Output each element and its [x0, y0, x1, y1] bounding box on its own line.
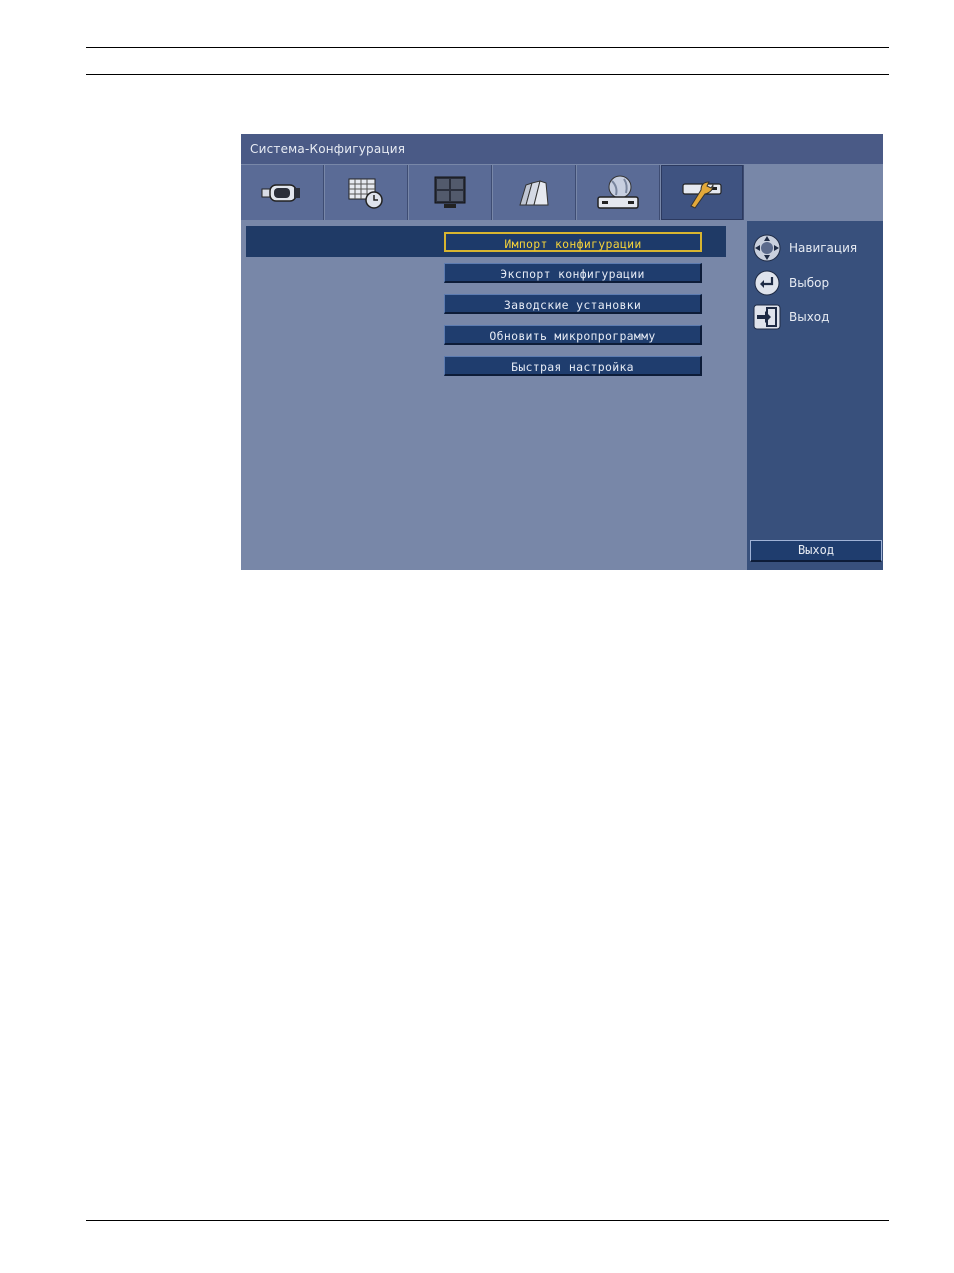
help-exit-label: Выход [789, 310, 830, 324]
export-config-button[interactable]: Экспорт конфигурации [444, 263, 702, 283]
help-navigation-label: Навигация [789, 241, 858, 255]
quick-setup-button[interactable]: Быстрая настройка [444, 356, 702, 376]
header-rule-top [86, 47, 889, 48]
network-icon [594, 173, 642, 213]
firmware-update-button[interactable]: Обновить микропрограмму [444, 325, 702, 345]
exit-icon [751, 302, 783, 332]
config-menu-panel: Импорт конфигурации Экспорт конфигурации… [241, 221, 747, 570]
tools-icon [677, 176, 727, 210]
help-navigation: Навигация [751, 233, 857, 263]
tab-network[interactable] [577, 165, 660, 220]
help-select-label: Выбор [789, 276, 830, 290]
import-config-button[interactable]: Импорт конфигурации [444, 232, 702, 252]
dpad-icon [751, 233, 783, 263]
tab-system[interactable] [661, 165, 744, 220]
tab-monitor[interactable] [409, 165, 492, 220]
tab-schedule[interactable] [325, 165, 408, 220]
monitor-icon [430, 175, 470, 211]
schedule-icon [346, 176, 386, 210]
archive-icon [514, 177, 554, 209]
tab-camera[interactable] [241, 165, 324, 220]
exit-button[interactable]: Выход [750, 540, 882, 562]
help-exit: Выход [751, 302, 829, 332]
tab-archive[interactable] [493, 165, 576, 220]
header-rule-bottom [86, 74, 889, 75]
dvr-osd-window: Система-Конфигурация Импорт конфигурации… [241, 134, 883, 570]
help-panel: Навигация Выбор Выход Выход [747, 221, 883, 570]
factory-defaults-button[interactable]: Заводские установки [444, 294, 702, 314]
enter-icon [751, 268, 783, 298]
help-select: Выбор [751, 268, 829, 298]
tab-bar [241, 164, 883, 221]
camera-icon [260, 179, 304, 207]
window-title: Система-Конфигурация [241, 134, 883, 164]
footer-rule [86, 1220, 889, 1221]
